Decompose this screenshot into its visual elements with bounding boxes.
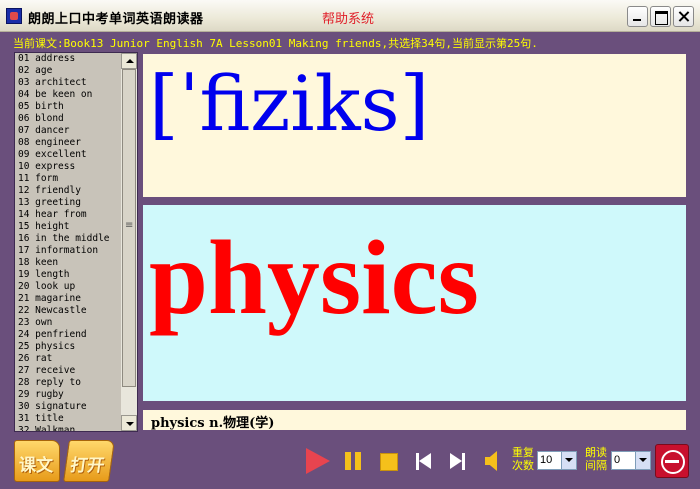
app-icon[interactable] [6,8,22,24]
list-item[interactable]: 03 architect [15,77,120,89]
help-menu[interactable]: 帮助系统 [322,8,374,27]
window-title: 朗朗上口中考单词英语朗读器 [28,12,204,27]
scroll-down-button[interactable] [121,415,137,431]
list-item[interactable]: 27 receive [15,365,120,377]
phonetic-text: [ˈfiziks] [149,59,430,148]
meaning-panel: physics n.物理(学) [141,408,688,432]
list-item[interactable]: 09 excellent [15,149,120,161]
list-item[interactable]: 01 address [15,53,120,65]
list-item[interactable]: 04 be keen on [15,89,120,101]
previous-icon[interactable] [410,447,438,475]
list-item[interactable]: 15 height [15,221,120,233]
text-folder-label: 课文 [19,456,53,476]
list-item[interactable]: 14 hear from [15,209,120,221]
list-item[interactable]: 18 keen [15,257,120,269]
scroll-thumb[interactable] [122,69,136,387]
list-item[interactable]: 05 birth [15,101,120,113]
list-item[interactable]: 13 greeting [15,197,120,209]
close-button[interactable] [673,6,694,27]
status-text: 当前课文:Book13 Junior English 7A Lesson01 M… [13,37,538,50]
repeat-count-label: 重复次数 [512,446,534,472]
control-bar: 课文 打开 重复次数 10 朗读间隔 0 [0,434,700,489]
list-item[interactable]: 07 dancer [15,125,120,137]
list-item[interactable]: 21 magarine [15,293,120,305]
read-interval-value: 0 [614,454,621,466]
repeat-count-select[interactable]: 10 [537,451,577,470]
list-item[interactable]: 25 physics [15,341,120,353]
list-item[interactable]: 06 blond [15,113,120,125]
word-list-panel: 01 address 02 age 03 architect 04 be keen o… [14,52,138,432]
list-item[interactable]: 20 look up [15,281,120,293]
list-item[interactable]: 12 friendly [15,185,120,197]
stop-icon[interactable] [374,447,402,475]
word-meaning: physics n.物理(学) [151,416,275,431]
list-item[interactable]: 32 Walkman [15,425,120,431]
play-icon[interactable] [302,447,330,475]
volume-icon[interactable] [480,447,508,475]
phonetic-panel: [ˈfiziks] [141,52,688,199]
word-panel: physics [141,203,688,403]
list-item[interactable]: 10 express [15,161,120,173]
list-item[interactable]: 08 engineer [15,137,120,149]
next-icon[interactable] [444,447,472,475]
list-item[interactable]: 19 length [15,269,120,281]
list-item[interactable]: 30 signature [15,401,120,413]
read-interval-select[interactable]: 0 [611,451,651,470]
list-item[interactable]: 24 penfriend [15,329,120,341]
scroll-up-button[interactable] [121,53,137,69]
repeat-count-value: 10 [540,454,553,466]
current-word: physics [149,219,479,336]
title-bar: 朗朗上口中考单词英语朗读器 帮助系统 [0,0,700,32]
exit-button[interactable] [655,444,689,478]
text-folder-button[interactable]: 课文 [14,440,60,482]
open-folder-button[interactable]: 打开 [63,440,115,482]
chevron-down-icon[interactable] [561,452,576,469]
list-item[interactable]: 16 in the middle [15,233,120,245]
chevron-down-icon[interactable] [635,452,650,469]
minimize-button[interactable] [627,6,648,27]
list-item[interactable]: 17 information [15,245,120,257]
list-item[interactable]: 29 rugby [15,389,120,401]
list-item[interactable]: 02 age [15,65,120,77]
list-item[interactable]: 31 title [15,413,120,425]
list-item[interactable]: 22 Newcastle [15,305,120,317]
list-item[interactable]: 26 rat [15,353,120,365]
word-list-scrollbar[interactable] [121,53,137,431]
maximize-button[interactable] [650,6,671,27]
list-item[interactable]: 28 reply to [15,377,120,389]
open-folder-label: 打开 [68,456,106,476]
read-interval-label: 朗读间隔 [585,446,607,472]
word-list[interactable]: 01 address 02 age 03 architect 04 be keen o… [15,53,120,431]
list-item[interactable]: 23 own [15,317,120,329]
list-item[interactable]: 11 form [15,173,120,185]
pause-icon[interactable] [340,447,368,475]
